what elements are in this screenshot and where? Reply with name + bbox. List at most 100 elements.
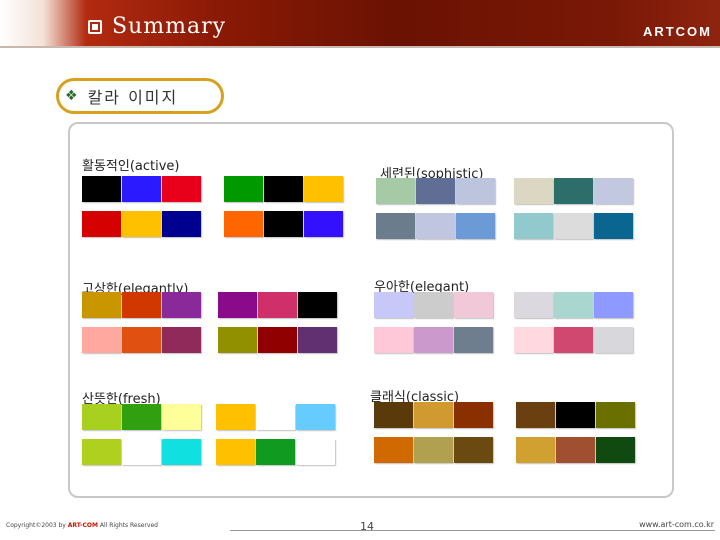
color-swatch — [162, 404, 201, 430]
swatch-row — [514, 327, 633, 353]
color-swatch — [298, 292, 337, 318]
color-swatch — [376, 213, 415, 239]
color-swatch — [416, 213, 455, 239]
color-swatch — [374, 327, 413, 353]
swatch-row — [82, 439, 201, 465]
color-swatch — [454, 437, 493, 463]
color-swatch — [416, 178, 455, 204]
color-swatch — [82, 211, 121, 237]
swatch-row — [224, 211, 343, 237]
footer-divider — [230, 530, 715, 531]
color-swatch — [594, 178, 633, 204]
color-swatch — [122, 439, 161, 465]
section-label: 칼라 이미지 — [87, 88, 179, 107]
color-swatch — [122, 404, 161, 430]
color-swatch — [298, 327, 337, 353]
swatch-row — [82, 292, 201, 318]
swatch-row — [374, 292, 493, 318]
swatch-row — [516, 437, 635, 463]
color-swatch — [82, 439, 121, 465]
color-swatch — [554, 213, 593, 239]
checkbox-bullet-icon — [88, 19, 102, 34]
color-swatch — [122, 327, 161, 353]
color-swatch — [304, 211, 343, 237]
brand-logo-text: ARTCOM — [642, 24, 712, 39]
color-swatch — [162, 211, 201, 237]
swatch-row — [374, 437, 493, 463]
copyright-suffix: All Rights Reserved — [97, 522, 158, 529]
color-swatch — [414, 437, 453, 463]
color-swatch — [454, 292, 493, 318]
color-swatch — [256, 439, 295, 465]
swatch-row — [514, 178, 633, 204]
color-swatch — [264, 211, 303, 237]
color-swatch — [264, 176, 303, 202]
header-bar: Summary ARTCOM — [0, 0, 720, 46]
color-swatch — [514, 178, 553, 204]
color-swatch — [514, 327, 553, 353]
color-swatch — [162, 439, 201, 465]
color-swatch — [414, 327, 453, 353]
color-swatch — [454, 327, 493, 353]
color-swatch — [456, 213, 495, 239]
section-heading: ❖ 칼라 이미지 — [56, 78, 224, 114]
color-swatch — [594, 292, 633, 318]
color-swatch — [594, 213, 633, 239]
color-swatch — [258, 327, 297, 353]
copyright-notice: Copyright©2003 by ART-COM All Rights Res… — [6, 522, 158, 529]
page-title: Summary — [112, 14, 227, 39]
color-swatch — [296, 439, 335, 465]
color-swatch — [122, 292, 161, 318]
color-swatch — [414, 402, 453, 428]
color-swatch — [82, 292, 121, 318]
swatch-row — [514, 213, 633, 239]
color-swatch — [216, 439, 255, 465]
swatch-row — [516, 402, 635, 428]
color-swatch — [516, 402, 555, 428]
diamond-bullet-icon: ❖ — [65, 88, 78, 104]
color-swatch — [304, 176, 343, 202]
color-swatch — [82, 327, 121, 353]
color-swatch — [218, 327, 257, 353]
copyright-prefix: Copyright©2003 by — [6, 522, 68, 529]
color-swatch — [296, 404, 335, 430]
color-swatch — [216, 404, 255, 430]
color-swatch — [554, 327, 593, 353]
color-swatch — [374, 402, 413, 428]
color-swatch — [596, 402, 635, 428]
color-swatch — [556, 402, 595, 428]
color-swatch — [122, 176, 161, 202]
website-url: www.art-com.co.kr — [639, 520, 714, 529]
color-swatch — [414, 292, 453, 318]
swatch-row — [82, 404, 201, 430]
color-swatch — [514, 213, 553, 239]
color-swatch — [594, 327, 633, 353]
color-swatch — [556, 437, 595, 463]
color-swatch — [162, 327, 201, 353]
swatch-row — [82, 211, 201, 237]
color-swatch — [162, 176, 201, 202]
swatch-row — [218, 292, 337, 318]
color-swatch — [374, 437, 413, 463]
color-swatch — [224, 211, 263, 237]
color-swatch — [454, 402, 493, 428]
color-swatch — [456, 178, 495, 204]
swatch-row — [82, 176, 201, 202]
color-swatch — [82, 176, 121, 202]
swatch-row — [216, 439, 335, 465]
color-swatch — [374, 292, 413, 318]
color-swatch — [256, 404, 295, 430]
swatch-row — [374, 327, 493, 353]
color-swatch — [554, 178, 593, 204]
category-label-active: 활동적인(active) — [82, 159, 180, 174]
swatch-row — [376, 213, 495, 239]
swatch-row — [374, 402, 493, 428]
header-title: Summary — [88, 14, 226, 39]
color-swatch — [218, 292, 257, 318]
color-swatch — [82, 404, 121, 430]
header-divider — [0, 46, 720, 48]
swatch-row — [82, 327, 201, 353]
color-swatch — [596, 437, 635, 463]
swatch-row — [376, 178, 495, 204]
page-number: 14 — [360, 520, 374, 533]
